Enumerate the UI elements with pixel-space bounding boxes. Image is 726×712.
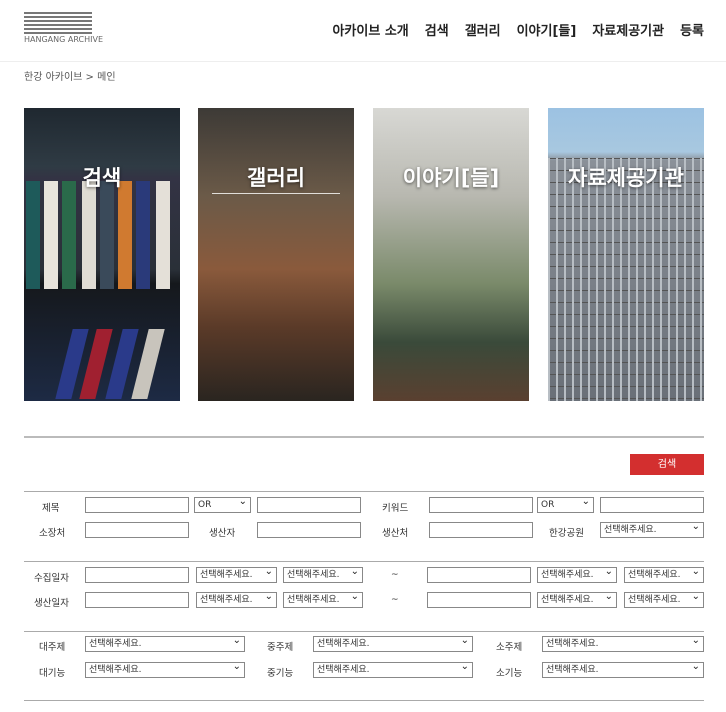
label-collect-date: 수집일자 [34, 573, 69, 584]
collect-from-month-select[interactable]: 선택해주세요. [283, 567, 363, 583]
collect-date-to-input[interactable] [427, 567, 531, 583]
label-main-topic: 대주제 [39, 642, 66, 653]
sub-topic-select[interactable]: 선택해주세요. [542, 636, 704, 652]
collect-date-from-input[interactable] [85, 567, 189, 583]
collect-to-month-select[interactable]: 선택해주세요. [624, 567, 704, 583]
label-park: 한강공원 [549, 528, 584, 539]
collect-from-year-select[interactable]: 선택해주세요. [196, 567, 277, 583]
label-mid-topic: 중주제 [267, 642, 294, 653]
card-title-stories: 이야기[들] [402, 166, 500, 190]
holder-input[interactable] [85, 522, 189, 538]
sub-func-select[interactable]: 선택해주세요. [542, 662, 704, 678]
filter-row-functions: 대기능 선택해주세요. 중기능 선택해주세요. 소기능 선택해주세요. [24, 659, 704, 685]
producer-input[interactable] [257, 522, 361, 538]
nav-item-providers[interactable]: 자료제공기관 [592, 20, 664, 39]
label-produce-date: 생산일자 [34, 598, 69, 609]
produce-date-from-input[interactable] [85, 592, 189, 608]
date-range-separator: ~ [391, 570, 399, 580]
label-sub-topic: 소주제 [496, 642, 523, 653]
card-search[interactable]: 검색 [24, 108, 180, 401]
mid-func-select[interactable]: 선택해주세요. [313, 662, 473, 678]
nav-item-register[interactable]: 등록 [680, 20, 704, 39]
logo-mark-icon [24, 12, 92, 34]
mid-topic-select[interactable]: 선택해주세요. [313, 636, 473, 652]
card-providers[interactable]: 자료제공기관 [548, 108, 704, 401]
park-select[interactable]: 선택해주세요. [600, 522, 704, 538]
keyword-operator-select[interactable]: OR [537, 497, 594, 513]
card-stories[interactable]: 이야기[들] [373, 108, 529, 401]
label-mid-func: 중기능 [267, 668, 294, 679]
card-title-search: 검색 [82, 166, 122, 190]
building-facade [548, 158, 704, 401]
label-producer: 생산자 [209, 528, 236, 539]
title-operator-select[interactable]: OR [194, 497, 251, 513]
filter-section-topics [24, 631, 704, 632]
label-producer-place: 생산처 [382, 528, 409, 539]
label-sub-func: 소기능 [496, 668, 523, 679]
filter-row-holder: 소장처 생산자 생산처 한강공원 선택해주세요. [24, 519, 704, 545]
search-button[interactable]: 검색 [630, 454, 704, 475]
produce-from-month-select[interactable]: 선택해주세요. [283, 592, 363, 608]
filter-section-dates [24, 561, 704, 562]
filter-row-produce-date: 생산일자 선택해주세요. 선택해주세요. ~ 선택해주세요. 선택해주세요. [24, 589, 704, 615]
site-header: HANGANG ARCHIVE 아카이브 소개 검색 갤러리 이야기[들] 자료… [0, 0, 726, 62]
keyword-input[interactable] [429, 497, 533, 513]
title-input-2[interactable] [257, 497, 361, 513]
nav-item-stories[interactable]: 이야기[들] [517, 20, 577, 39]
filter-row-topics: 대주제 선택해주세요. 중주제 선택해주세요. 소주제 선택해주세요. [24, 633, 704, 659]
filter-row-collect-date: 수집일자 선택해주세요. 선택해주세요. ~ 선택해주세요. 선택해주세요. [24, 564, 704, 590]
keyword-input-2[interactable] [600, 497, 704, 513]
label-keyword: 키워드 [382, 503, 409, 514]
producer-place-input[interactable] [429, 522, 533, 538]
collect-to-year-select[interactable]: 선택해주세요. [537, 567, 617, 583]
filter-section-basic [24, 491, 704, 492]
label-holder: 소장처 [39, 528, 66, 539]
produce-date-to-input[interactable] [427, 592, 531, 608]
section-divider [24, 436, 704, 438]
site-logo[interactable]: HANGANG ARCHIVE [24, 12, 103, 44]
card-title-gallery: 갤러리 [247, 166, 305, 190]
card-title-providers: 자료제공기관 [568, 166, 684, 190]
main-func-select[interactable]: 선택해주세요. [85, 662, 245, 678]
produce-from-year-select[interactable]: 선택해주세요. [196, 592, 277, 608]
nav-item-about[interactable]: 아카이브 소개 [332, 20, 408, 39]
breadcrumb: 한강 아카이브 > 메인 [24, 72, 116, 83]
label-main-func: 대기능 [39, 668, 66, 679]
nav-item-gallery[interactable]: 갤러리 [465, 20, 501, 39]
date-range-separator-2: ~ [391, 595, 399, 605]
title-input[interactable] [85, 497, 189, 513]
filter-row-title: 제목 OR 키워드 OR [24, 494, 704, 520]
produce-to-year-select[interactable]: 선택해주세요. [537, 592, 617, 608]
main-topic-select[interactable]: 선택해주세요. [85, 636, 245, 652]
produce-to-month-select[interactable]: 선택해주세요. [624, 592, 704, 608]
logo-text: HANGANG ARCHIVE [24, 35, 103, 44]
card-gallery[interactable]: 갤러리 [198, 108, 354, 401]
filter-section-more [24, 700, 704, 701]
nav-item-search[interactable]: 검색 [425, 20, 449, 39]
label-title: 제목 [42, 503, 60, 514]
card-underline [212, 193, 340, 194]
main-nav: 아카이브 소개 검색 갤러리 이야기[들] 자료제공기관 등록 [332, 20, 704, 39]
